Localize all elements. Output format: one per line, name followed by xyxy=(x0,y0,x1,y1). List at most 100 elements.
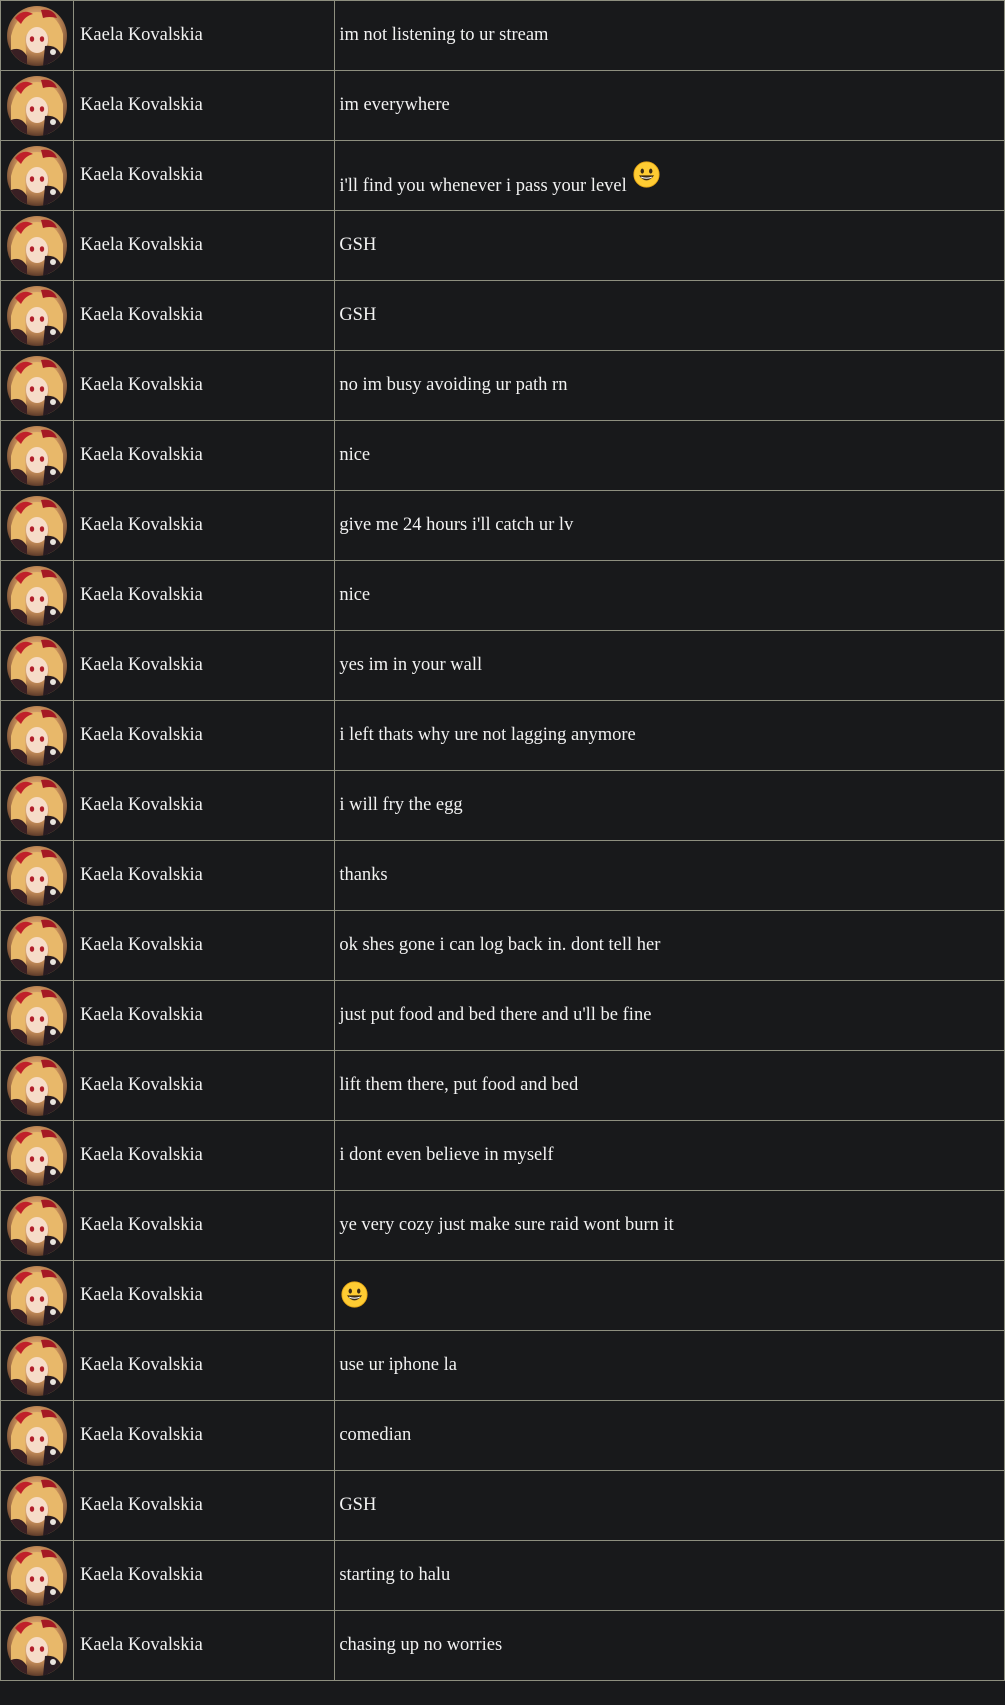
message-cell: i left thats why ure not lagging anymore xyxy=(334,700,1005,771)
username[interactable]: Kaela Kovalskia xyxy=(80,1285,203,1305)
message-cell: i dont even believe in myself xyxy=(334,1120,1005,1191)
anime-avatar-icon[interactable] xyxy=(7,845,67,906)
username[interactable]: Kaela Kovalskia xyxy=(80,165,203,185)
chat-row: Kaela Kovalskia nice xyxy=(0,560,1005,631)
anime-avatar-icon[interactable] xyxy=(7,1475,67,1536)
chat-log-table: Kaela Kovalskia im not listening to ur s… xyxy=(0,0,1005,1681)
username[interactable]: Kaela Kovalskia xyxy=(80,305,203,325)
chat-row: Kaela Kovalskia starting to halu xyxy=(0,1540,1005,1611)
chat-row: Kaela Kovalskia ye very cozy just make s… xyxy=(0,1190,1005,1261)
message-text: i'll find you whenever i pass your level xyxy=(339,175,627,196)
anime-avatar-icon[interactable] xyxy=(7,1545,67,1606)
anime-avatar-icon[interactable] xyxy=(7,1615,67,1676)
avatar-cell xyxy=(0,1470,75,1541)
chat-row: Kaela Kovalskia nice xyxy=(0,420,1005,491)
message-text: im everywhere xyxy=(339,95,450,115)
username[interactable]: Kaela Kovalskia xyxy=(80,1635,203,1655)
message-cell: i'll find you whenever i pass your level xyxy=(334,140,1005,211)
anime-avatar-icon[interactable] xyxy=(7,145,67,206)
anime-avatar-icon[interactable] xyxy=(7,1405,67,1466)
username-cell: Kaela Kovalskia xyxy=(73,840,336,911)
avatar-cell xyxy=(0,1190,75,1261)
avatar-cell xyxy=(0,1330,75,1401)
username[interactable]: Kaela Kovalskia xyxy=(80,1215,203,1235)
username[interactable]: Kaela Kovalskia xyxy=(80,655,203,675)
username[interactable]: Kaela Kovalskia xyxy=(80,1355,203,1375)
anime-avatar-icon[interactable] xyxy=(7,705,67,766)
message-cell: thanks xyxy=(334,840,1005,911)
username[interactable]: Kaela Kovalskia xyxy=(80,1075,203,1095)
username[interactable]: Kaela Kovalskia xyxy=(80,585,203,605)
message-text: im not listening to ur stream xyxy=(339,25,549,45)
username[interactable]: Kaela Kovalskia xyxy=(80,1425,203,1445)
message-cell: lift them there, put food and bed xyxy=(334,1050,1005,1121)
username-cell: Kaela Kovalskia xyxy=(73,1120,336,1191)
message-cell: GSH xyxy=(334,280,1005,351)
anime-avatar-icon[interactable] xyxy=(7,5,67,66)
message-text: use ur iphone la xyxy=(339,1355,457,1375)
username[interactable]: Kaela Kovalskia xyxy=(80,1145,203,1165)
chat-row: Kaela Kovalskia lift them there, put foo… xyxy=(0,1050,1005,1121)
chat-row: Kaela Kovalskia im not listening to ur s… xyxy=(0,0,1005,71)
anime-avatar-icon[interactable] xyxy=(7,565,67,626)
chat-row: Kaela Kovalskia comedian xyxy=(0,1400,1005,1471)
message-text: lift them there, put food and bed xyxy=(339,1075,579,1095)
username[interactable]: Kaela Kovalskia xyxy=(80,935,203,955)
message-text: no im busy avoiding ur path rn xyxy=(339,375,568,395)
anime-avatar-icon[interactable] xyxy=(7,915,67,976)
username-cell: Kaela Kovalskia xyxy=(73,1400,336,1471)
avatar-cell xyxy=(0,980,75,1051)
avatar-cell xyxy=(0,1610,75,1681)
username[interactable]: Kaela Kovalskia xyxy=(80,95,203,115)
message-text: yes im in your wall xyxy=(339,655,483,675)
username-cell: Kaela Kovalskia xyxy=(73,770,336,841)
username[interactable]: Kaela Kovalskia xyxy=(80,445,203,465)
message-text: just put food and bed there and u'll be … xyxy=(339,1005,652,1025)
username[interactable]: Kaela Kovalskia xyxy=(80,865,203,885)
avatar-cell xyxy=(0,350,75,421)
username[interactable]: Kaela Kovalskia xyxy=(80,375,203,395)
anime-avatar-icon[interactable] xyxy=(7,75,67,136)
username[interactable]: Kaela Kovalskia xyxy=(80,1565,203,1585)
message-cell: use ur iphone la xyxy=(334,1330,1005,1401)
message-text: GSH xyxy=(339,235,377,255)
username[interactable]: Kaela Kovalskia xyxy=(80,1005,203,1025)
username[interactable]: Kaela Kovalskia xyxy=(80,795,203,815)
message-cell: comedian xyxy=(334,1400,1005,1471)
anime-avatar-icon[interactable] xyxy=(7,495,67,556)
message-cell: nice xyxy=(334,560,1005,631)
message-text: nice xyxy=(339,445,371,465)
username-cell: Kaela Kovalskia xyxy=(73,1050,336,1121)
chat-row: Kaela Kovalskia i will fry the egg xyxy=(0,770,1005,841)
username[interactable]: Kaela Kovalskia xyxy=(80,235,203,255)
chat-row: Kaela Kovalskia just put food and bed th… xyxy=(0,980,1005,1051)
anime-avatar-icon[interactable] xyxy=(7,215,67,276)
anime-avatar-icon[interactable] xyxy=(7,985,67,1046)
username-cell: Kaela Kovalskia xyxy=(73,140,336,211)
anime-avatar-icon[interactable] xyxy=(7,1195,67,1256)
anime-avatar-icon[interactable] xyxy=(7,425,67,486)
message-cell: starting to halu xyxy=(334,1540,1005,1611)
anime-avatar-icon[interactable] xyxy=(7,1055,67,1116)
anime-avatar-icon[interactable] xyxy=(7,285,67,346)
anime-avatar-icon[interactable] xyxy=(7,775,67,836)
avatar-cell xyxy=(0,700,75,771)
username[interactable]: Kaela Kovalskia xyxy=(80,25,203,45)
anime-avatar-icon[interactable] xyxy=(7,1125,67,1186)
message-text: GSH xyxy=(339,1495,377,1515)
anime-avatar-icon[interactable] xyxy=(7,1335,67,1396)
anime-avatar-icon[interactable] xyxy=(7,1265,67,1326)
anime-avatar-icon[interactable] xyxy=(7,635,67,696)
avatar-cell xyxy=(0,840,75,911)
message-cell: yes im in your wall xyxy=(334,630,1005,701)
chat-row: Kaela Kovalskia give me 24 hours i'll ca… xyxy=(0,490,1005,561)
username[interactable]: Kaela Kovalskia xyxy=(80,725,203,745)
message-cell: just put food and bed there and u'll be … xyxy=(334,980,1005,1051)
chat-row: Kaela Kovalskia GSH xyxy=(0,210,1005,281)
chat-row: Kaela Kovalskia thanks xyxy=(0,840,1005,911)
username[interactable]: Kaela Kovalskia xyxy=(80,1495,203,1515)
anime-avatar-icon[interactable] xyxy=(7,355,67,416)
avatar-cell xyxy=(0,560,75,631)
message-text: nice xyxy=(339,585,371,605)
username[interactable]: Kaela Kovalskia xyxy=(80,515,203,535)
